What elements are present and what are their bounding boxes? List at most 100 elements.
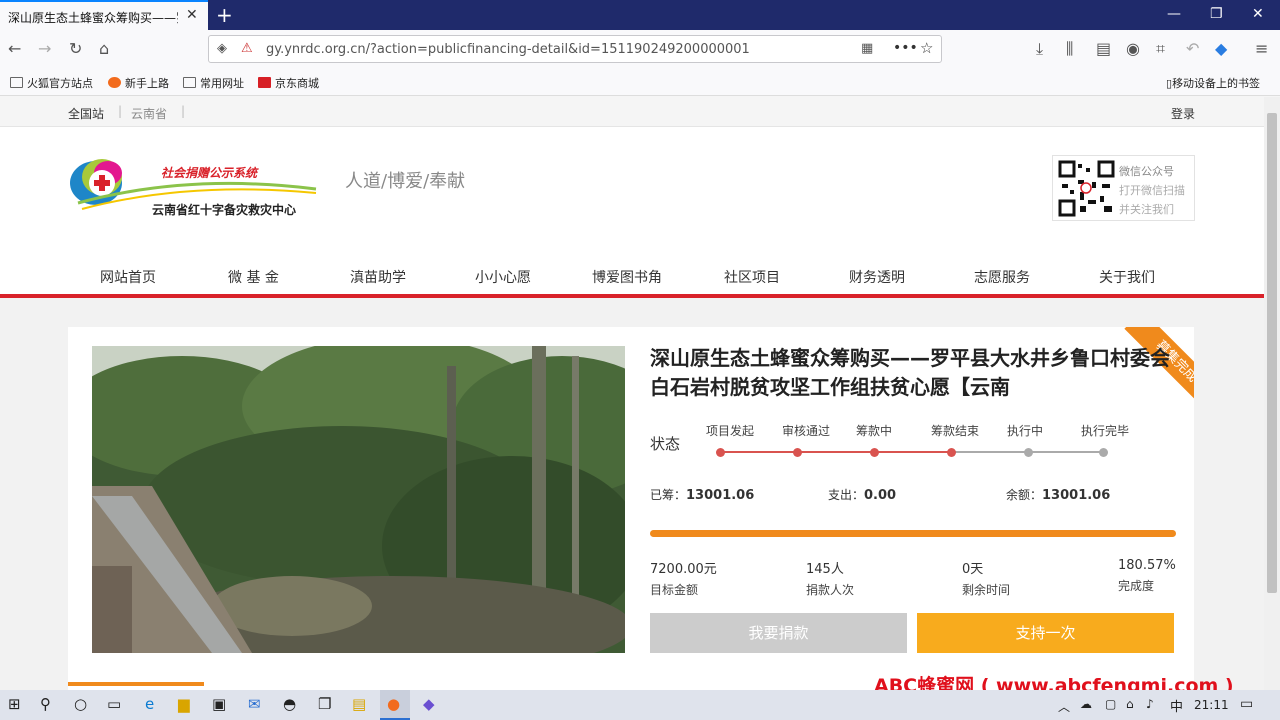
support-once-button[interactable]: 支持一次	[917, 613, 1174, 653]
shield-icon[interactable]: ◈	[217, 41, 227, 56]
tab-close-icon[interactable]: ✕	[186, 7, 198, 23]
step-label: 项目发起	[706, 424, 755, 438]
bookmark-star-icon[interactable]: ☆	[920, 39, 933, 57]
library-icon[interactable]: ⫼	[1066, 39, 1073, 59]
separator: |	[181, 104, 186, 118]
site-top-strip: 全国站 | 云南省 | 登录	[0, 97, 1264, 127]
ime-indicator[interactable]: 中	[1170, 696, 1183, 715]
cloud-icon[interactable]: ☁	[1080, 697, 1092, 711]
app-icon[interactable]: ◓	[283, 695, 296, 713]
folder-icon	[183, 77, 196, 88]
browser-tab[interactable]: 深山原生态土蜂蜜众筹购买——罗 ✕	[0, 0, 208, 30]
wechat-line3: 并关注我们	[1119, 203, 1174, 216]
project-photo	[92, 346, 625, 653]
notification-icon[interactable]: ▭	[1240, 696, 1253, 712]
metric-donors: 145人 捐款人次	[806, 562, 855, 597]
mobile-bookmarks[interactable]: ▯移动设备上的书签	[1166, 75, 1260, 91]
nav-home[interactable]: 网站首页	[100, 267, 156, 287]
volume-icon[interactable]: ♪	[1146, 697, 1154, 711]
nav-micro-fund[interactable]: 微 基 金	[228, 267, 279, 287]
step-label: 审核通过	[782, 424, 831, 438]
scrollbar-thumb[interactable]	[1267, 113, 1277, 593]
bookmark-item[interactable]: 新手上路	[108, 75, 169, 91]
window-icon[interactable]: ❐	[318, 695, 331, 713]
firefox-icon	[108, 77, 121, 88]
windows-start-icon[interactable]: ⊞	[8, 695, 21, 713]
nav-student-aid[interactable]: 滇苗助学	[350, 267, 406, 287]
nav-community[interactable]: 社区项目	[724, 267, 780, 287]
status-label: 状态	[650, 435, 681, 453]
nav-finance[interactable]: 财务透明	[849, 267, 905, 287]
qr-code-icon[interactable]: ▦	[861, 41, 873, 56]
download-icon[interactable]: ⤓	[1036, 39, 1043, 59]
step-label: 执行中	[1007, 424, 1044, 438]
folder-icon	[10, 77, 23, 88]
sidebar-icon[interactable]: ▤	[1096, 39, 1111, 58]
forward-icon[interactable]: →	[38, 39, 51, 58]
restore-icon[interactable]: ❐	[1210, 6, 1223, 22]
spent-amount: 0.00	[864, 488, 897, 503]
store-icon[interactable]: ▣	[212, 695, 226, 713]
raised-stat: 已筹：13001.06	[650, 488, 755, 503]
task-view-icon[interactable]: ▭	[107, 695, 121, 713]
wifi-icon[interactable]: ⌂	[1126, 697, 1134, 711]
step-connector	[797, 451, 874, 453]
step-label: 筹款结束	[931, 424, 980, 438]
nav-library-corner[interactable]: 博爱图书角	[592, 267, 662, 287]
bookmark-item[interactable]: 京东商城	[258, 75, 319, 91]
search-icon[interactable]: ⚲	[40, 695, 51, 713]
insecure-lock-icon[interactable]: ⚠	[241, 41, 253, 56]
minimize-icon[interactable]: —	[1167, 6, 1181, 22]
notes-icon[interactable]: ▤	[352, 695, 366, 713]
step-label: 筹款中	[856, 424, 893, 438]
bookmark-item[interactable]: 常用网址	[183, 75, 244, 91]
metric-target: 7200.00元 目标金额	[650, 562, 717, 597]
browser-nav-bar: ← → ↻ ⌂ ◈ ⚠ gy.ynrdc.org.cn/?action=publ…	[0, 30, 1280, 68]
edge-icon[interactable]: e	[145, 695, 154, 713]
qr-code-image	[1058, 160, 1115, 217]
extension-icon[interactable]: ◆	[1215, 39, 1227, 58]
account-icon[interactable]: ◉	[1126, 39, 1140, 58]
site-slogan: 人道/博爱/奉献	[345, 171, 466, 192]
login-link[interactable]: 登录	[1171, 105, 1195, 122]
mail-icon[interactable]: ✉	[248, 695, 261, 713]
separator: |	[118, 104, 123, 118]
bookmark-item[interactable]: 火狐官方站点	[10, 75, 93, 91]
url-bar[interactable]: ◈ ⚠ gy.ynrdc.org.cn/?action=publicfinanc…	[208, 35, 942, 63]
file-explorer-icon[interactable]: ▆	[178, 695, 190, 713]
back-icon[interactable]: ←	[8, 39, 21, 58]
site-all-link[interactable]: 全国站	[68, 105, 104, 122]
undo-icon[interactable]: ↶	[1186, 39, 1199, 58]
home-icon[interactable]: ⌂	[99, 39, 109, 58]
balance-amount: 13001.06	[1042, 488, 1111, 503]
reload-icon[interactable]: ↻	[69, 39, 82, 58]
site-logo[interactable]: 社会捐赠公示系统 云南省红十字备灾救灾中心	[68, 153, 318, 223]
step-label: 执行完毕	[1081, 424, 1130, 438]
tab-underline	[68, 682, 204, 686]
window-close-icon[interactable]: ✕	[1252, 6, 1264, 22]
url-text[interactable]: gy.ynrdc.org.cn/?action=publicfinancing-…	[266, 42, 750, 57]
nav-about[interactable]: 关于我们	[1099, 267, 1155, 287]
app2-icon[interactable]: ◆	[423, 695, 435, 713]
site-province-link[interactable]: 云南省	[131, 105, 167, 122]
nav-volunteer[interactable]: 志愿服务	[974, 267, 1030, 287]
spent-stat: 支出：0.00	[828, 488, 897, 503]
cortana-icon[interactable]: ○	[74, 695, 87, 713]
nav-little-wish[interactable]: 小小心愿	[475, 267, 531, 287]
step-dot	[1099, 448, 1108, 457]
new-tab-button[interactable]: +	[216, 3, 233, 27]
page-actions-icon[interactable]: •••	[893, 40, 918, 56]
donate-button[interactable]: 我要捐款	[650, 613, 907, 653]
network-icon[interactable]: ▢	[1105, 697, 1116, 711]
step-connector	[874, 451, 951, 453]
firefox-taskbar-icon[interactable]: ●	[380, 690, 410, 720]
menu-icon[interactable]: ≡	[1255, 39, 1268, 58]
main-nav: 网站首页 微 基 金 滇苗助学 小小心愿 博爱图书角 社区项目 财务透明 志愿服…	[0, 262, 1264, 298]
clock[interactable]: 21:11	[1194, 698, 1229, 712]
metric-completion: 180.57% 完成度	[1118, 558, 1176, 593]
step-connector	[951, 451, 1028, 453]
step-dot	[716, 448, 725, 457]
page-scrollbar[interactable]	[1264, 97, 1280, 690]
screenshot-icon[interactable]: ⌗	[1156, 39, 1165, 59]
tray-chevron-icon[interactable]: ︿	[1058, 698, 1070, 715]
